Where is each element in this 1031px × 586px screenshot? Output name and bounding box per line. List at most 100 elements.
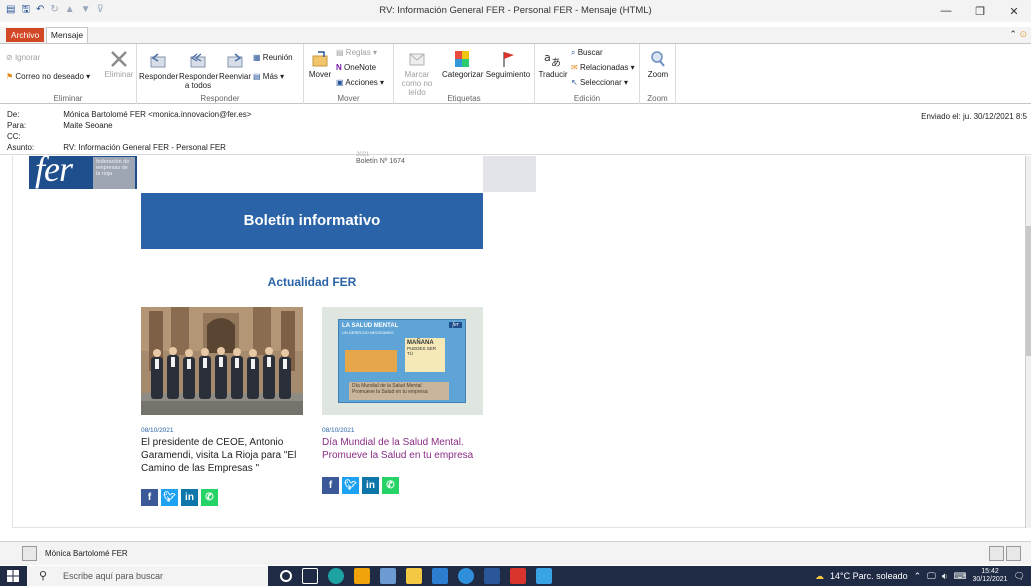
responder-a-todos-label: Responder a todos bbox=[179, 72, 219, 90]
vertical-scrollbar[interactable] bbox=[1025, 156, 1031, 528]
reglas-button[interactable]: ▤ Reglas ▾ bbox=[336, 48, 377, 57]
correo-no-deseado-label: Correo no deseado bbox=[15, 72, 84, 81]
reglas-label: Reglas bbox=[345, 48, 371, 57]
scrollbar-thumb[interactable] bbox=[1026, 226, 1031, 356]
fer-logo[interactable]: fer federación de empresas de la rioja bbox=[29, 156, 137, 189]
reply-icon bbox=[150, 53, 166, 68]
group-zoom-label: Zoom bbox=[647, 94, 668, 103]
sender-name[interactable]: Mónica Bartolomé FER bbox=[45, 549, 128, 558]
collapse-ribbon-icon[interactable]: ⌃ bbox=[1009, 29, 1017, 39]
news-title-1[interactable]: El presidente de CEOE, Antonio Garamendi… bbox=[141, 436, 311, 475]
chrome-icon[interactable] bbox=[458, 568, 474, 584]
reunion-label: Reunión bbox=[262, 53, 293, 62]
marcar-no-leido-button[interactable]: Marcar como no leído bbox=[396, 50, 438, 97]
whatsapp-icon[interactable]: ✆ bbox=[382, 477, 399, 494]
reunion-button[interactable]: ▦ Reunión bbox=[253, 53, 293, 62]
linkedin-icon[interactable]: in bbox=[181, 489, 198, 506]
relacionadas-button[interactable]: ✉ Relacionadas ▾ bbox=[571, 63, 635, 72]
news-photo-salud-mental[interactable]: LA SALUD MENTAL UN DERECHO NECESARIO fer… bbox=[322, 307, 483, 415]
clock[interactable]: 15:42 30/12/2021 bbox=[973, 568, 1008, 584]
info-icon[interactable]: ⊙ bbox=[1019, 29, 1027, 39]
from-row: De: Mónica Bartolomé FER <monica.innovac… bbox=[7, 110, 251, 119]
social-share-1: f 🐦︎ in ✆ bbox=[141, 489, 218, 506]
contact-avatar-icon[interactable] bbox=[1006, 546, 1021, 561]
maximize-button[interactable]: ❐ bbox=[963, 0, 997, 22]
close-button[interactable]: ✕ bbox=[997, 0, 1031, 22]
eliminar-label: Eliminar bbox=[104, 70, 134, 79]
traducir-label: Traducir bbox=[538, 70, 568, 79]
whatsapp-icon[interactable]: ✆ bbox=[201, 489, 218, 506]
network-icon[interactable]: 🖵︎ bbox=[927, 571, 936, 582]
fer-logo-subtitle: federación de empresas de la rioja bbox=[93, 157, 135, 189]
onenote-button[interactable]: N OneNote bbox=[336, 63, 376, 72]
weather-text[interactable]: 14°C Parc. soleado bbox=[830, 571, 908, 581]
acrobat-icon[interactable] bbox=[510, 568, 526, 584]
correo-no-deseado-button[interactable]: ⚑ Correo no deseado ▾ bbox=[6, 72, 90, 81]
responder-a-todos-button[interactable]: Responder a todos bbox=[179, 52, 219, 90]
responder-button[interactable]: Responder bbox=[139, 52, 178, 81]
seleccionar-button[interactable]: ↖ Seleccionar ▾ bbox=[571, 78, 628, 87]
paint-icon[interactable] bbox=[380, 568, 396, 584]
people-pane-controls bbox=[989, 546, 1021, 561]
windows-start-icon[interactable] bbox=[6, 569, 20, 583]
file-explorer-icon[interactable] bbox=[406, 568, 422, 584]
related-icon: ✉ bbox=[571, 63, 578, 72]
notifications-icon[interactable]: 🗨︎ bbox=[1014, 571, 1025, 582]
zoom-button[interactable]: Zoom bbox=[644, 50, 672, 79]
keyboard-icon[interactable]: ⌨ bbox=[954, 571, 967, 582]
word-icon[interactable] bbox=[484, 568, 500, 584]
translate-icon: aあ bbox=[544, 51, 561, 68]
from-value[interactable]: Mónica Bartolomé FER <monica.innovacion@… bbox=[63, 110, 251, 119]
mover-label: Mover bbox=[308, 70, 332, 79]
acciones-button[interactable]: ▣ Acciones ▾ bbox=[336, 78, 384, 87]
traducir-button[interactable]: aあ Traducir bbox=[537, 50, 569, 79]
eliminar-button[interactable]: Eliminar bbox=[103, 50, 135, 79]
chevron-down-icon: ▾ bbox=[372, 48, 377, 57]
linkedin-icon[interactable]: in bbox=[362, 477, 379, 494]
tab-mensaje[interactable]: Mensaje bbox=[46, 27, 88, 44]
photos-icon[interactable] bbox=[536, 568, 552, 584]
cc-row: CC: bbox=[7, 132, 61, 141]
mas-button[interactable]: ▤ Más ▾ bbox=[253, 72, 284, 81]
tab-archivo[interactable]: Archivo bbox=[6, 28, 44, 42]
facebook-icon[interactable]: f bbox=[322, 477, 339, 494]
sender-avatar[interactable] bbox=[22, 546, 37, 561]
poster-line1: LA SALUD MENTAL bbox=[342, 323, 399, 329]
clock-time: 15:42 bbox=[981, 568, 999, 575]
outlook-taskbar-icon[interactable] bbox=[354, 568, 370, 584]
contact-avatar-icon[interactable] bbox=[989, 546, 1004, 561]
poster-line2: UN DERECHO NECESARIO bbox=[342, 330, 394, 335]
categorizar-button[interactable]: Categorizar bbox=[442, 50, 484, 79]
subject-label: Asunto: bbox=[7, 143, 35, 152]
cc-label: CC: bbox=[7, 132, 21, 141]
group-edicion: aあ Traducir ⌕ Buscar ✉ Relacionadas ▾ ↖ … bbox=[535, 44, 640, 104]
facebook-icon[interactable]: f bbox=[141, 489, 158, 506]
calendar-icon[interactable] bbox=[432, 568, 448, 584]
twitter-icon[interactable]: 🐦︎ bbox=[342, 477, 359, 494]
news-title-2[interactable]: Día Mundial de la Salud Mental. Promueve… bbox=[322, 436, 492, 462]
categorizar-label: Categorizar bbox=[442, 70, 484, 79]
taskbar-search-box[interactable]: ⚲ Escribe aquí para buscar bbox=[27, 566, 268, 586]
mover-button[interactable]: Mover bbox=[307, 50, 333, 79]
svg-text:あ: あ bbox=[551, 57, 561, 68]
show-hidden-icons[interactable]: ⌃ bbox=[914, 571, 922, 582]
volume-icon[interactable]: 🔉︎ bbox=[942, 571, 948, 582]
reenviar-button[interactable]: Reenviar bbox=[219, 52, 251, 81]
task-view-icon[interactable] bbox=[302, 568, 318, 584]
news-date-2: 08/10/2021 bbox=[322, 427, 355, 434]
edge-browser-icon[interactable] bbox=[328, 568, 344, 584]
cortana-icon[interactable] bbox=[280, 570, 292, 582]
ignorar-button[interactable]: ⊘ Ignorar bbox=[6, 53, 40, 62]
minimize-button[interactable]: — bbox=[929, 0, 963, 22]
message-body: fer federación de empresas de la rioja 2… bbox=[0, 152, 1031, 530]
twitter-icon[interactable]: 🐦︎ bbox=[161, 489, 178, 506]
group-responder-label: Responder bbox=[200, 94, 240, 103]
buscar-button[interactable]: ⌕ Buscar bbox=[571, 48, 603, 57]
to-value[interactable]: Maite Seoane bbox=[63, 121, 112, 130]
news-photo-garamendi[interactable] bbox=[141, 307, 303, 415]
seguimiento-button[interactable]: Seguimiento bbox=[484, 50, 532, 79]
zoom-magnifier-icon bbox=[651, 51, 665, 67]
group-photo-image bbox=[141, 307, 303, 415]
marcar-no-leido-label: Marcar como no leído bbox=[401, 70, 433, 97]
group-mover: Mover ▤ Reglas ▾ N OneNote ▣ Acciones ▾ … bbox=[304, 44, 394, 104]
